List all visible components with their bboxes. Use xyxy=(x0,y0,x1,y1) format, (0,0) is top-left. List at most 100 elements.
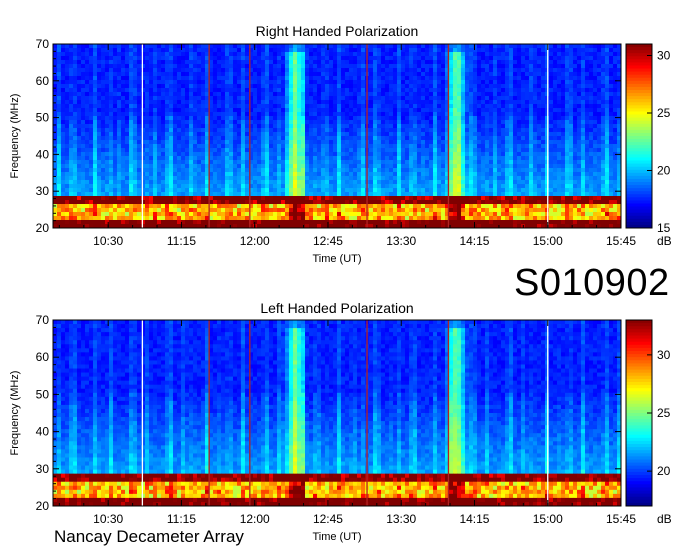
heatmap-cell xyxy=(465,76,470,81)
heatmap-cell xyxy=(141,128,146,133)
heatmap-cell xyxy=(565,164,570,169)
heatmap-cell xyxy=(361,72,366,77)
heatmap-cell xyxy=(173,88,178,93)
heatmap-cell xyxy=(449,44,454,49)
heatmap-cell xyxy=(529,92,534,97)
heatmap-cell xyxy=(429,144,434,149)
heatmap-cell xyxy=(453,116,458,121)
heatmap-cell xyxy=(329,64,334,69)
heatmap-cell xyxy=(77,148,82,153)
heatmap-cell xyxy=(449,52,454,57)
heatmap-cell xyxy=(181,124,186,129)
heatmap-cell xyxy=(453,128,458,133)
heatmap-cell xyxy=(121,56,126,61)
heatmap-cell xyxy=(293,52,298,57)
heatmap-cell xyxy=(473,104,478,109)
heatmap-cell xyxy=(613,116,618,121)
heatmap-cell xyxy=(433,128,438,133)
heatmap-cell xyxy=(613,172,618,177)
heatmap-cell xyxy=(137,160,142,165)
heatmap-cell xyxy=(477,140,482,145)
heatmap-cell xyxy=(169,124,174,129)
heatmap-cell xyxy=(537,148,542,153)
heatmap-cell xyxy=(305,100,310,105)
heatmap-cell xyxy=(569,56,574,61)
heatmap-cell xyxy=(305,176,310,181)
heatmap-cell xyxy=(509,72,514,77)
heatmap-cell xyxy=(177,60,182,65)
heatmap-cell xyxy=(497,52,502,57)
heatmap-cell xyxy=(589,160,594,165)
heatmap-cell xyxy=(185,164,190,169)
heatmap-cell xyxy=(561,128,566,133)
heatmap-cell xyxy=(585,164,590,169)
heatmap-cell xyxy=(425,64,430,69)
heatmap-cell xyxy=(253,56,258,61)
heatmap-cell xyxy=(449,108,454,113)
heatmap-cell xyxy=(181,52,186,57)
heatmap-cell xyxy=(285,140,290,145)
heatmap-cell xyxy=(189,148,194,153)
heatmap-cell xyxy=(277,92,282,97)
heatmap-cell xyxy=(225,140,230,145)
heatmap-cell xyxy=(453,64,458,69)
heatmap-cell xyxy=(433,64,438,69)
heatmap-cell xyxy=(405,68,410,73)
heatmap-cell xyxy=(309,164,314,169)
heatmap-cell xyxy=(389,132,394,137)
heatmap-cell xyxy=(509,116,514,121)
heatmap-cell xyxy=(305,156,310,161)
heatmap-cell xyxy=(121,96,126,101)
heatmap-cell xyxy=(241,180,246,185)
heatmap-cell xyxy=(265,84,270,89)
heatmap-cell xyxy=(193,84,198,89)
heatmap-cell xyxy=(285,104,290,109)
heatmap-cell xyxy=(409,124,414,129)
heatmap-cell xyxy=(325,128,330,133)
heatmap-cell xyxy=(517,168,522,173)
heatmap-cell xyxy=(85,132,90,137)
heatmap-cell xyxy=(173,172,178,177)
heatmap-cell xyxy=(477,144,482,149)
heatmap-cell xyxy=(117,52,122,57)
heatmap-cell xyxy=(73,92,78,97)
heatmap-cell xyxy=(409,48,414,53)
heatmap-cell xyxy=(97,112,102,117)
heatmap-cell xyxy=(301,168,306,173)
heatmap-cell xyxy=(601,60,606,65)
heatmap-cell xyxy=(401,180,406,185)
heatmap-cell xyxy=(149,76,154,81)
heatmap-cell xyxy=(553,52,558,57)
heatmap-cell xyxy=(73,80,78,85)
heatmap-cell xyxy=(421,164,426,169)
heatmap-cell xyxy=(101,148,106,153)
heatmap-cell xyxy=(321,116,326,121)
heatmap-cell xyxy=(481,72,486,77)
heatmap-cell xyxy=(293,136,298,141)
heatmap-cell xyxy=(185,84,190,89)
heatmap-cell xyxy=(117,88,122,93)
heatmap-cell xyxy=(473,92,478,97)
heatmap-cell xyxy=(605,168,610,173)
heatmap-cell xyxy=(385,144,390,149)
heatmap-cell xyxy=(125,112,130,117)
heatmap-cell xyxy=(441,92,446,97)
heatmap-cell xyxy=(173,100,178,105)
heatmap-cell xyxy=(429,168,434,173)
heatmap-cell xyxy=(301,100,306,105)
heatmap-cell xyxy=(557,128,562,133)
heatmap-cell xyxy=(69,160,74,165)
heatmap-cell xyxy=(537,44,542,49)
heatmap-cell xyxy=(245,96,250,101)
heatmap-cell xyxy=(289,136,294,141)
heatmap-cell xyxy=(585,136,590,141)
heatmap-cell xyxy=(197,88,202,93)
heatmap-cell xyxy=(333,176,338,181)
heatmap-cell xyxy=(457,160,462,165)
heatmap-cell xyxy=(497,56,502,61)
heatmap-cell xyxy=(197,140,202,145)
heatmap-cell xyxy=(449,112,454,117)
heatmap-cell xyxy=(77,104,82,109)
heatmap-cell xyxy=(489,96,494,101)
heatmap-cell xyxy=(393,64,398,69)
